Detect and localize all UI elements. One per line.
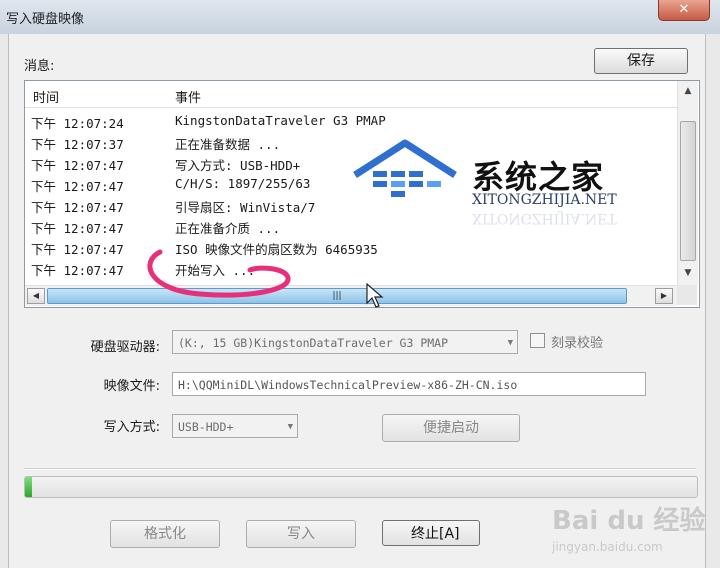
baidu-watermark: Bai du 经验: [552, 506, 706, 536]
xitongzhijia-logo-icon: [353, 139, 457, 197]
column-time[interactable]: 时间: [33, 87, 59, 106]
column-event[interactable]: 事件: [175, 87, 201, 106]
abort-button[interactable]: 终止[A]: [382, 520, 480, 546]
write-progress-fill: [25, 477, 32, 497]
log-event: 正在准备介质 ...: [175, 221, 281, 236]
vertical-scrollbar[interactable]: ▲ ▼: [677, 81, 698, 285]
log-event: 引导扇区: WinVista/7: [175, 200, 316, 215]
log-time: 下午 12:07:47: [31, 200, 124, 215]
baidu-url: jingyan.baidu.com: [552, 540, 663, 554]
log-row: 下午 12:07:24 KingstonDataTraveler G3 PMAP: [25, 111, 677, 132]
log-event: C/H/S: 1897/255/63: [175, 176, 311, 191]
horizontal-scrollbar[interactable]: ◀ ||| ▶: [25, 285, 677, 306]
title-bar: 写入硬盘映像 ✕: [0, 0, 720, 34]
image-path-value: H:\QQMiniDL\WindowsTechnicalPreview-x86-…: [178, 378, 518, 392]
write-method-label: 写入方式:: [103, 420, 160, 435]
log-time: 下午 12:07:47: [31, 263, 124, 278]
log-header: 时间 事件: [25, 81, 677, 108]
separator: [24, 468, 696, 470]
scroll-right-icon[interactable]: ▶: [655, 288, 673, 304]
log-time: 下午 12:07:47: [31, 179, 124, 194]
chevron-down-icon: ▼: [287, 422, 293, 432]
window-title: 写入硬盘映像: [6, 12, 85, 27]
log-event: 正在准备数据 ...: [175, 137, 281, 152]
write-button[interactable]: 写入: [246, 520, 356, 548]
save-button[interactable]: 保存: [594, 48, 688, 74]
log-time: 下午 12:07:47: [31, 221, 124, 236]
vertical-scroll-thumb[interactable]: [680, 121, 696, 261]
log-time: 下午 12:07:24: [31, 116, 124, 131]
format-button[interactable]: 格式化: [110, 520, 220, 548]
drive-select[interactable]: (K:, 15 GB)KingstonDataTraveler G3 PMAP …: [172, 330, 518, 354]
xitongzhijia-url: XITONGZHIJIA.NET: [472, 192, 617, 208]
chevron-down-icon: ▼: [507, 338, 513, 348]
log-event: 写入方式: USB-HDD+: [175, 158, 301, 173]
close-icon: ✕: [678, 2, 690, 17]
log-time: 下午 12:07:37: [31, 137, 124, 152]
verify-checkbox[interactable]: [530, 333, 545, 348]
log-row: 下午 12:07:47 开始写入 ...: [25, 258, 677, 279]
verify-label: 刻录校验: [551, 336, 604, 351]
log-row: 下午 12:07:47 ISO 映像文件的扇区数为 6465935: [25, 237, 677, 258]
drive-label: 硬盘驱动器:: [90, 340, 160, 355]
annotation-circle-icon: [147, 249, 291, 298]
scroll-up-icon[interactable]: ▲: [679, 83, 697, 99]
xitongzhijia-url-reflection: XITONGZHIJIA.NET: [472, 210, 617, 226]
scroll-left-icon[interactable]: ◀: [27, 288, 45, 304]
image-path-field[interactable]: H:\QQMiniDL\WindowsTechnicalPreview-x86-…: [172, 372, 646, 396]
horizontal-scroll-thumb[interactable]: |||: [47, 288, 627, 304]
scroll-down-icon[interactable]: ▼: [679, 265, 697, 281]
write-method-value: USB-HDD+: [178, 420, 234, 434]
close-button[interactable]: ✕: [658, 0, 710, 21]
log-event: KingstonDataTraveler G3 PMAP: [175, 113, 386, 128]
messages-label: 消息:: [24, 59, 55, 74]
scrollbar-corner: [677, 285, 697, 305]
mouse-cursor-icon: [366, 283, 384, 308]
log-time: 下午 12:07:47: [31, 242, 124, 257]
image-label: 映像文件:: [103, 379, 160, 394]
log-time: 下午 12:07:47: [31, 158, 124, 173]
drive-select-value: (K:, 15 GB)KingstonDataTraveler G3 PMAP: [178, 336, 449, 350]
write-method-select[interactable]: USB-HDD+ ▼: [172, 414, 298, 438]
write-progress-bar: [24, 476, 698, 498]
quick-boot-button[interactable]: 便捷启动: [382, 414, 520, 442]
